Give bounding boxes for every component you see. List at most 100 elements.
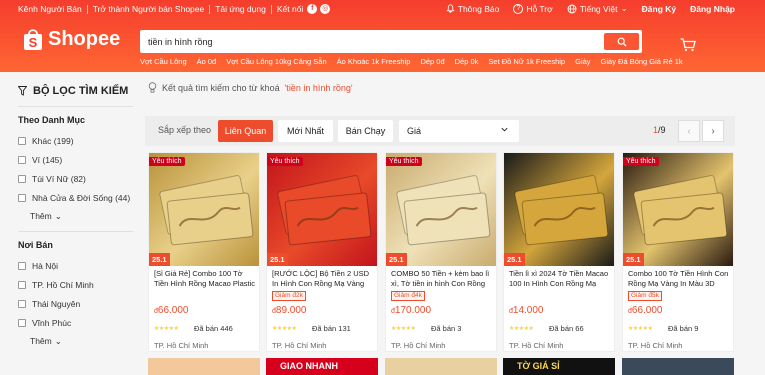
notifications-link[interactable]: Thông Báo <box>446 4 499 14</box>
svg-text:S: S <box>29 35 38 50</box>
top-navbar: Kênh Người Bán Trở thành Người bán Shope… <box>0 0 765 20</box>
checkbox[interactable] <box>18 155 26 164</box>
login-link[interactable]: Đăng Nhập <box>690 4 735 14</box>
download-app-link[interactable]: Tải ứng dụng <box>215 4 266 14</box>
product-image-text: TỜ GIÁ SỈ <box>517 361 560 371</box>
sale-badge: 25.1 <box>149 253 170 266</box>
category-filter[interactable]: Ví (145) <box>18 150 133 169</box>
location-filter[interactable]: TP. Hồ Chí Minh <box>18 275 133 294</box>
product-title[interactable]: Tiền lì xì 2024 Tờ Tiền Macao 100 In Hìn… <box>509 269 611 289</box>
suggestion-link[interactable]: Vợt Cầu Lông <box>140 57 187 66</box>
checkbox[interactable] <box>18 174 26 183</box>
help-link[interactable]: ? Hỗ Trợ <box>513 3 553 14</box>
more-locations-button[interactable]: Thêm ⌄ <box>18 332 133 350</box>
location-filter[interactable]: Hà Nội <box>18 256 133 275</box>
product-image[interactable]: Yêu thích 25.1 <box>149 153 259 266</box>
banknote-graphic <box>514 175 609 246</box>
product-price: đ66.000 <box>154 305 189 316</box>
suggestion-link[interactable]: Áo 0đ <box>197 57 217 66</box>
checkbox[interactable] <box>18 318 26 327</box>
prev-page-button[interactable]: ‹ <box>678 120 700 142</box>
price-label: Giá <box>407 126 422 136</box>
rating-stars-icon: ★★★★★ <box>391 326 416 332</box>
suggestion-link[interactable]: Set Đồ Nữ 1k Freeship <box>488 57 565 66</box>
sort-relevant-button[interactable]: Liên Quan <box>218 120 273 142</box>
more-label: Thêm <box>30 211 52 221</box>
suggestion-link[interactable]: Vợt Cầu Lông 10kg Căng Sẵn <box>226 57 326 66</box>
product-title[interactable]: COMBO 50 Tiền + kèm bao lì xì, Tờ tiền i… <box>391 269 493 289</box>
checkbox[interactable] <box>18 261 26 270</box>
location-label: Hà Nội <box>32 260 58 271</box>
product-title[interactable]: Combo 100 Tờ Tiền Hình Con Rồng Mạ Vàng … <box>628 269 730 289</box>
seller-centre-link[interactable]: Kênh Người Bán <box>18 4 82 14</box>
filter-sidebar: BỘ LỌC TÌM KIẾM Theo Danh Mục Khác (199)… <box>18 82 133 350</box>
checkbox[interactable] <box>18 280 26 289</box>
search-icon <box>617 37 626 46</box>
search-result-note: Kết quả tìm kiếm cho từ khoá 'tiền in hì… <box>148 82 353 93</box>
product-image[interactable]: Yêu thích 25.1 <box>386 153 496 266</box>
product-card[interactable]: Yêu thích 25.1 Combo 100 Tờ Tiền Hình Con … <box>622 152 734 352</box>
product-image[interactable]: Yêu thích 25.1 <box>623 153 733 266</box>
suggestion-link[interactable]: Dép 0đ <box>420 57 444 66</box>
sort-bar: Sắp xếp theo Liên Quan Mới Nhất Bán Chạy… <box>145 116 735 146</box>
product-card[interactable]: Yêu thích 25.1 COMBO 50 Tiền + kèm bao lì … <box>385 152 497 352</box>
product-image[interactable]: 25.1 <box>504 153 614 266</box>
language-selector[interactable]: Tiếng Việt ⌄ <box>567 3 628 14</box>
lightbulb-icon <box>148 82 157 93</box>
suggestion-link[interactable]: Giày Đá Bóng Giá Rẻ 1k <box>601 57 683 66</box>
suggestion-link[interactable]: Dép 0k <box>455 57 479 66</box>
seller-location: TP. Hồ Chí Minh <box>391 341 446 350</box>
location-filter[interactable]: Thái Nguyên <box>18 294 133 313</box>
facebook-icon[interactable]: f <box>307 4 318 14</box>
price-value: 89.000 <box>275 305 307 316</box>
checkbox[interactable] <box>18 299 26 308</box>
banknote-graphic <box>633 175 728 246</box>
favorite-badge: Yêu thích <box>623 157 659 166</box>
product-card[interactable]: 25.1 Tiền lì xì 2024 Tờ Tiền Macao 100 In… <box>503 152 615 352</box>
category-label: Khác (199) <box>32 135 74 146</box>
cart-button[interactable] <box>680 38 696 55</box>
checkbox[interactable] <box>18 193 26 202</box>
product-card[interactable] <box>385 358 497 375</box>
instagram-icon[interactable]: ◎ <box>320 4 331 14</box>
search-input[interactable] <box>148 34 588 49</box>
sort-top-sales-button[interactable]: Bán Chạy <box>338 120 393 142</box>
product-card[interactable] <box>622 358 734 375</box>
sold-count: Đã bán 131 <box>312 324 351 333</box>
product-image[interactable]: Yêu thích 25.1 <box>267 153 377 266</box>
divider <box>270 4 272 14</box>
more-categories-button[interactable]: Thêm ⌄ <box>18 207 133 225</box>
product-image-text: GIAO NHANH <box>280 361 338 371</box>
next-page-button[interactable]: › <box>702 120 724 142</box>
connect-label: Kết nối <box>276 4 304 14</box>
category-filter[interactable]: Túi Ví Nữ (82) <box>18 169 133 188</box>
product-card[interactable] <box>148 358 260 375</box>
product-price: đ14.000 <box>509 305 544 316</box>
banknote-graphic <box>277 175 372 246</box>
divider <box>86 4 88 14</box>
product-card[interactable]: GIAO NHANH <box>266 358 378 375</box>
price-value: 66.000 <box>631 305 663 316</box>
sale-badge: 25.1 <box>386 253 407 266</box>
search-button[interactable] <box>604 33 639 50</box>
suggestion-link[interactable]: Giày <box>575 57 590 66</box>
product-title[interactable]: [RƯỚC LỘC] Bộ Tiền 2 USD In Hình Con Rồn… <box>272 269 374 289</box>
register-link[interactable]: Đăng Ký <box>642 4 676 14</box>
suggestion-link[interactable]: Áo Khoác 1k Freeship <box>337 57 411 66</box>
become-seller-link[interactable]: Trở thành Người bán Shopee <box>93 4 205 14</box>
help-label: Hỗ Trợ <box>526 3 553 14</box>
filter-icon <box>18 86 27 96</box>
category-filter[interactable]: Khác (199) <box>18 131 133 150</box>
checkbox[interactable] <box>18 136 26 145</box>
location-label: Vĩnh Phúc <box>32 317 72 328</box>
product-title[interactable]: [Sỉ Giá Rẻ] Combo 100 Tờ Tiền Hình Rồng … <box>154 269 256 289</box>
location-filter[interactable]: Vĩnh Phúc <box>18 313 133 332</box>
product-card[interactable]: Yêu thích 25.1 [Sỉ Giá Rẻ] Combo 100 Tờ Ti… <box>148 152 260 352</box>
product-card[interactable]: TỜ GIÁ SỈ <box>503 358 615 375</box>
price-sort-select[interactable]: Giá <box>399 120 519 142</box>
product-card[interactable]: Yêu thích 25.1 [RƯỚC LỘC] Bộ Tiền 2 USD In… <box>266 152 378 352</box>
sort-newest-button[interactable]: Mới Nhất <box>278 120 333 142</box>
category-filter[interactable]: Nhà Cửa & Đời Sống (44) <box>18 188 133 207</box>
shopee-logo[interactable]: S Shopee <box>22 27 120 51</box>
category-heading: Theo Danh Mục <box>18 115 85 125</box>
